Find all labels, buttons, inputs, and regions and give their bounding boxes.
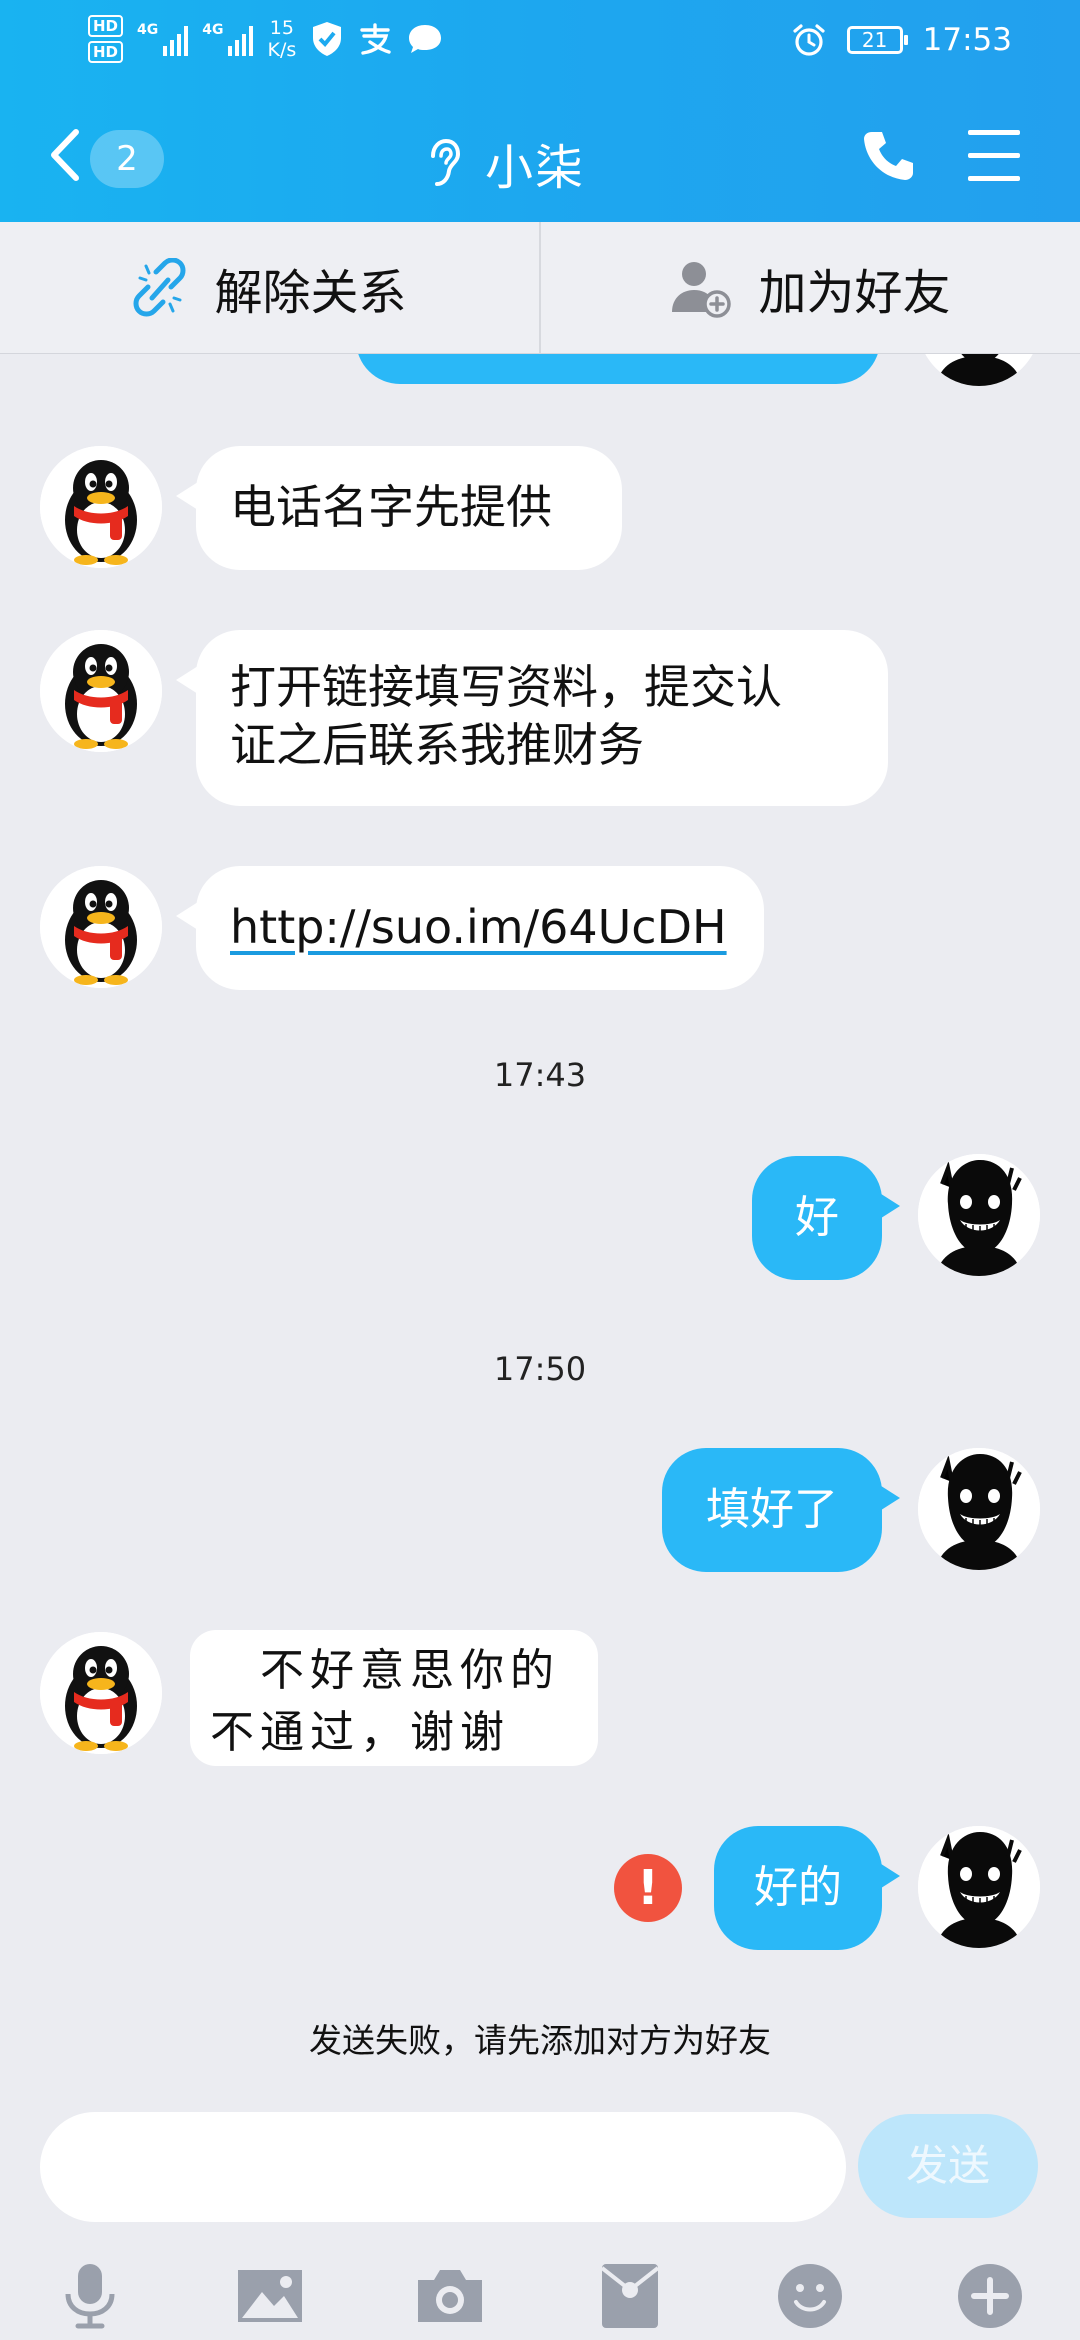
back-chevron-icon[interactable]: [44, 126, 84, 184]
alarm-icon: [793, 24, 825, 56]
message-icon: [409, 25, 442, 53]
message-timestamp: 17:43: [493, 1056, 587, 1094]
microphone-icon[interactable]: [54, 2260, 126, 2332]
image-icon[interactable]: [234, 2260, 306, 2332]
red-packet-icon[interactable]: [594, 2260, 666, 2332]
chat-title: 小柒: [485, 140, 586, 196]
incoming-message-bubble[interactable]: 打开链接填写资料，提交认 证之后联系我推财务: [196, 630, 888, 806]
message-text: 好: [795, 1192, 839, 1243]
message-input[interactable]: [40, 2112, 846, 2222]
message-text-line-2: 证之后联系我推财务: [230, 718, 644, 772]
outgoing-message-bubble[interactable]: 好的: [714, 1826, 882, 1950]
add-friend-button[interactable]: 加为好友: [539, 222, 1080, 353]
hd-label-1: HD: [88, 15, 124, 37]
ear-icon: [431, 138, 461, 186]
chat-message-list[interactable]: 电话名字先提供 打开链接填写资料，提交认 证之后联系我推财务 http://su…: [0, 354, 1080, 2084]
add-friend-label: 加为好友: [758, 264, 951, 321]
contact-avatar[interactable]: [40, 446, 162, 568]
input-bar: 发送: [0, 2084, 1080, 2340]
send-failed-notice: 发送失败，请先添加对方为好友: [309, 2021, 771, 2060]
status-left: HD HD 4G 4G 15 K/s: [88, 12, 444, 66]
previous-outgoing-bubble[interactable]: [356, 354, 880, 384]
add-user-icon: [672, 261, 732, 318]
input-toolbar: [0, 2244, 1080, 2340]
message-text-line-1: 打开链接填写资料，提交认: [230, 660, 782, 714]
send-failed-icon[interactable]: !: [614, 1854, 682, 1922]
status-time: 17:53: [922, 22, 1012, 58]
outgoing-message-bubble[interactable]: 好: [752, 1156, 882, 1280]
self-avatar[interactable]: [918, 1448, 1040, 1570]
hd-label-2: HD: [88, 41, 124, 63]
self-avatar[interactable]: [918, 1826, 1040, 1948]
phone-icon[interactable]: [858, 126, 918, 186]
message-text: 电话名字先提供: [230, 480, 552, 534]
contact-avatar[interactable]: [40, 866, 162, 988]
status-right: 21 17:53: [791, 18, 1012, 62]
image-text-line-1: 不好意思你的: [260, 1645, 560, 1696]
menu-icon[interactable]: [968, 130, 1024, 182]
nav-bar: 2 小柒: [0, 110, 1080, 202]
send-button[interactable]: 发送: [858, 2114, 1038, 2218]
network-speed-value: 15: [269, 17, 294, 39]
remove-relation-button[interactable]: 解除关系: [0, 222, 539, 353]
incoming-image-message[interactable]: 不好意思你的 不通过，谢谢: [190, 1630, 598, 1766]
network-type-2: 4G: [202, 22, 224, 38]
header: HD HD 4G 4G 15 K/s 21 17:53 2 小柒: [0, 0, 1080, 222]
contact-avatar[interactable]: [40, 630, 162, 752]
chat-title-group: 小柒: [425, 128, 585, 198]
network-speed: 15 K/s: [267, 17, 296, 61]
camera-icon[interactable]: [414, 2260, 486, 2332]
signal-strength-icon: 4G: [137, 22, 189, 56]
broken-link-icon: [133, 257, 186, 316]
battery-icon: 21: [846, 26, 908, 54]
unread-count-badge[interactable]: 2: [90, 130, 164, 188]
self-avatar[interactable]: [918, 1154, 1040, 1276]
remove-relation-label: 解除关系: [214, 264, 407, 321]
relationship-action-bar: 解除关系 加为好友: [0, 222, 1080, 354]
network-speed-unit: K/s: [267, 39, 297, 61]
message-text: 填好了: [706, 1484, 838, 1535]
plus-icon[interactable]: [954, 2260, 1026, 2332]
signal-strength-icon-2: 4G: [202, 22, 254, 56]
incoming-message-bubble[interactable]: 电话名字先提供: [196, 446, 622, 570]
contact-avatar[interactable]: [40, 1632, 162, 1754]
alipay-icon: [360, 23, 391, 55]
self-avatar-partial[interactable]: [918, 354, 1040, 386]
message-link[interactable]: http://suo.im/64UcDH: [230, 900, 727, 954]
shield-icon: [313, 22, 342, 56]
hd-indicator: HD HD: [88, 15, 124, 63]
image-text-line-2: 不通过，谢谢: [210, 1707, 510, 1758]
message-timestamp: 17:50: [493, 1350, 587, 1388]
network-type-1: 4G: [137, 22, 159, 38]
emoji-icon[interactable]: [774, 2260, 846, 2332]
incoming-link-bubble[interactable]: http://suo.im/64UcDH: [196, 866, 764, 990]
outgoing-message-bubble[interactable]: 填好了: [662, 1448, 882, 1572]
status-bar: HD HD 4G 4G 15 K/s 21 17:53: [0, 0, 1080, 78]
message-text: 好的: [754, 1862, 842, 1913]
